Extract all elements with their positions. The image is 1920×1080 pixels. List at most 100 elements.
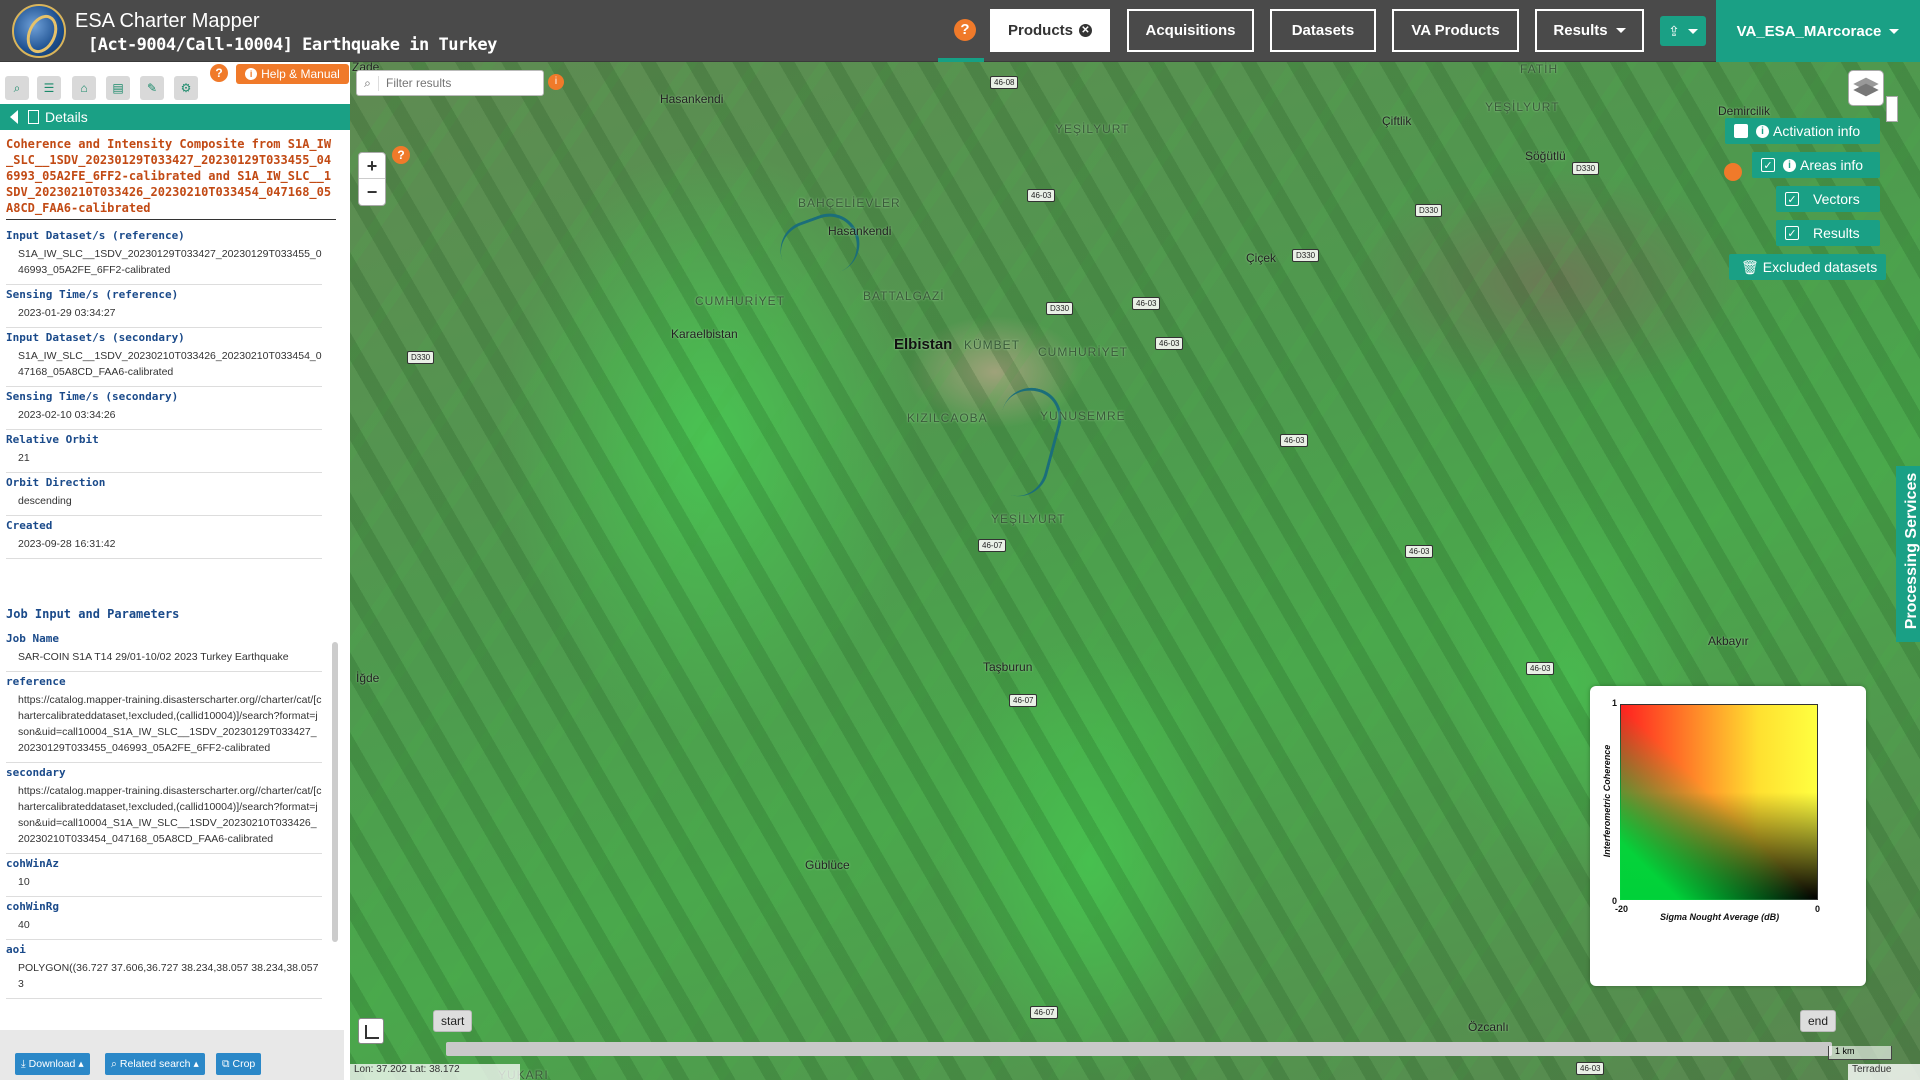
- crop-label: Crop: [232, 1058, 256, 1070]
- checkbox-checked[interactable]: ✓: [1785, 192, 1799, 206]
- back-arrow-icon[interactable]: [10, 110, 18, 124]
- field-reference: reference https://catalog.mapper-trainin…: [6, 672, 322, 763]
- zoom-out-button[interactable]: −: [359, 179, 385, 205]
- legend-y-label: Interferometric Coherence: [1602, 744, 1612, 858]
- charter-logo-icon[interactable]: [12, 4, 66, 58]
- field-label: Input Dataset/s (secondary): [6, 331, 185, 344]
- field-label: secondary: [6, 766, 66, 779]
- tab-va-products[interactable]: VA Products: [1392, 9, 1519, 52]
- list-icon[interactable]: ☰: [37, 76, 61, 100]
- activation-info-toggle[interactable]: i Activation info: [1725, 118, 1880, 144]
- place-label: Taşburun: [983, 660, 1033, 674]
- results-toggle[interactable]: ✓ Results: [1776, 220, 1880, 246]
- search-icon: ⌕: [111, 1057, 117, 1070]
- timeline: start end: [360, 862, 1915, 1032]
- field-value: 2023-02-10 03:34:26: [18, 409, 116, 421]
- road-label: D330: [1046, 302, 1074, 315]
- map-view[interactable]: Hasankendi YEŞİLYURT Çiftlik YEŞİLYURT F…: [350, 62, 1920, 1080]
- chevron-down-icon: [1615, 28, 1626, 33]
- road-label: 46-03: [1405, 545, 1434, 558]
- road-label: D330: [1572, 162, 1600, 175]
- field-label: cohWinRg: [6, 900, 59, 913]
- details-scrollbar[interactable]: [332, 642, 338, 942]
- checkbox-checked[interactable]: ✓: [1761, 158, 1775, 172]
- timeline-end[interactable]: end: [1800, 1010, 1837, 1032]
- pencil-icon[interactable]: ✎: [140, 76, 164, 100]
- processing-services-tab[interactable]: Processing Services: [1896, 466, 1920, 642]
- job-section-title: Job Input and Parameters: [6, 607, 180, 621]
- checkbox[interactable]: [1734, 124, 1748, 138]
- layers-icon[interactable]: [1848, 70, 1884, 106]
- place-label: YUNUSEMRE: [1040, 409, 1126, 423]
- tab-results[interactable]: Results: [1535, 9, 1644, 52]
- field-relative-orbit: Relative Orbit 21: [6, 430, 322, 473]
- details-panel[interactable]: Coherence and Intensity Composite from S…: [0, 136, 344, 1029]
- results-label: Results: [1813, 225, 1860, 241]
- help-icon[interactable]: ?: [954, 19, 976, 41]
- excluded-datasets-button[interactable]: 🗑 Excluded datasets: [1729, 254, 1886, 280]
- tab-results-label: Results: [1553, 22, 1608, 39]
- details-label: Details: [45, 109, 88, 125]
- info-icon[interactable]: i: [548, 74, 564, 90]
- archive-icon[interactable]: ▤: [106, 76, 130, 100]
- close-circle-icon[interactable]: ✕: [1079, 24, 1092, 37]
- field-value: https://catalog.mapper-training.disaster…: [18, 694, 322, 754]
- place-label: Özcanlı: [1468, 1020, 1509, 1034]
- download-button[interactable]: ⤓ Download ▴: [15, 1053, 90, 1075]
- related-search-button[interactable]: ⌕ Related search ▴: [105, 1053, 205, 1075]
- field-created: Created 2023-09-28 16:31:42: [6, 516, 322, 559]
- chevron-down-icon: [1687, 28, 1698, 34]
- download-label: Download: [28, 1058, 76, 1070]
- export-button[interactable]: ⇪: [1660, 16, 1706, 46]
- activation-title: [Act-9004/Call-10004] Earthquake in Turk…: [88, 35, 497, 55]
- place-label: YEŞİLYURT: [1055, 122, 1130, 136]
- vectors-toggle[interactable]: ✓ Vectors: [1776, 186, 1880, 212]
- document-icon: [28, 110, 39, 124]
- areas-info-toggle[interactable]: ✓ i Areas info: [1752, 152, 1880, 178]
- help-icon[interactable]: ?: [392, 146, 410, 164]
- tab-products[interactable]: Products ✕: [990, 9, 1110, 52]
- field-label: aoi: [6, 943, 26, 956]
- help-manual-label: Help & Manual: [261, 67, 340, 81]
- road-label: 46-08: [990, 76, 1019, 89]
- field-label: Job Name: [6, 632, 59, 645]
- search-icon[interactable]: ⌕: [5, 76, 29, 100]
- crop-button[interactable]: ⧉ Crop: [216, 1053, 262, 1075]
- expand-panel-handle[interactable]: [1886, 96, 1898, 122]
- filter-box: ⌕: [356, 70, 544, 96]
- gear-icon[interactable]: ⚙: [174, 76, 198, 100]
- details-header[interactable]: Details: [0, 104, 350, 130]
- timeline-bar[interactable]: [446, 1042, 1832, 1056]
- zoom-control: + −: [358, 152, 386, 206]
- field-aoi: aoi POLYGON((36.727 37.606,36.727 38.234…: [6, 940, 322, 999]
- timeline-toggle-icon[interactable]: [358, 1018, 384, 1044]
- map-attribution: Terradue: [1848, 1064, 1920, 1080]
- place-label: BAHÇELİEVLER: [798, 196, 901, 210]
- timeline-start[interactable]: start: [433, 1010, 473, 1032]
- help-icon[interactable]: ?: [210, 64, 228, 82]
- caret-up-icon: ▴: [193, 1058, 199, 1070]
- field-value: S1A_IW_SLC__1SDV_20230129T033427_2023012…: [18, 248, 322, 276]
- user-menu[interactable]: VA_ESA_MArcorace: [1716, 0, 1920, 62]
- place-label: KIZILCAOBA: [907, 411, 988, 425]
- zoom-in-button[interactable]: +: [359, 153, 385, 179]
- field-value: 40: [18, 919, 30, 931]
- checkbox-checked[interactable]: ✓: [1785, 226, 1799, 240]
- filter-input[interactable]: [379, 76, 529, 90]
- sidebar: ⌕ ☰ ⌂ ▤ ✎ ⚙ ? i Help & Manual Details Co…: [0, 62, 350, 1080]
- top-bar: ESA Charter Mapper [Act-9004/Call-10004]…: [0, 0, 1920, 62]
- place-label: Çiçek: [1246, 251, 1277, 265]
- tab-datasets[interactable]: Datasets: [1270, 9, 1376, 52]
- help-manual-button[interactable]: i Help & Manual: [236, 64, 349, 84]
- info-icon: i: [245, 68, 258, 80]
- road-label: 46-03: [1027, 189, 1056, 202]
- place-label: İğde: [356, 671, 380, 685]
- cursor-coordinates: Lon: 37.202 Lat: 38.172: [350, 1064, 520, 1080]
- place-label: Hasankendi: [660, 92, 724, 106]
- road-label: 46-07: [1030, 1006, 1059, 1019]
- basket-icon[interactable]: ⌂: [72, 76, 96, 100]
- activation-info-label: Activation info: [1773, 123, 1861, 139]
- tab-acquisitions[interactable]: Acquisitions: [1127, 9, 1254, 52]
- field-label: Sensing Time/s (reference): [6, 288, 179, 301]
- help-icon[interactable]: [1724, 163, 1742, 181]
